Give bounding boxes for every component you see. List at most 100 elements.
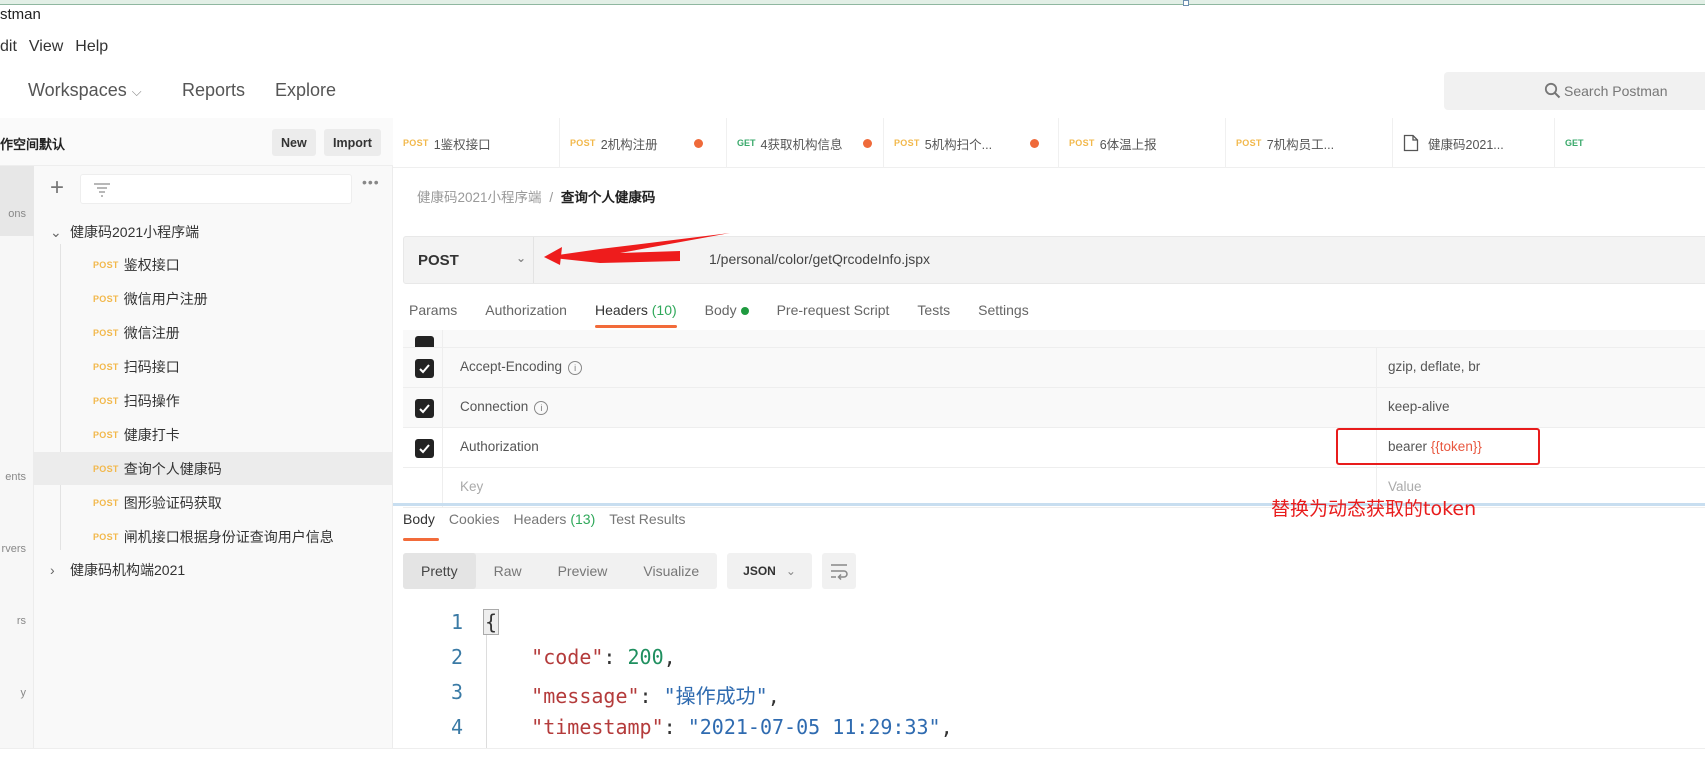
tab-settings[interactable]: Settings [978, 298, 1029, 334]
value-cell [1376, 388, 1377, 427]
status-dot-icon [740, 307, 749, 316]
code-text: "code": 200, [531, 645, 676, 669]
rail-collections[interactable]: ons [0, 166, 34, 236]
method-badge: POST [894, 138, 920, 148]
method-value: POST [418, 251, 459, 269]
tab-params[interactable]: Params [409, 298, 457, 334]
sidebar: 作空间默认 New Import ons ents rvers rs y + •… [0, 118, 393, 748]
resp-tab-cookies[interactable]: Cookies [449, 507, 500, 541]
filter-input[interactable] [80, 174, 352, 204]
nav-workspaces[interactable]: Workspaces ⌵ [28, 80, 142, 101]
tab-tests[interactable]: Tests [917, 298, 950, 334]
nav-explore[interactable]: Explore [275, 80, 336, 101]
request-item[interactable]: POST 健康打卡 [34, 418, 393, 451]
request-item[interactable]: POST 闸机接口根据身份证查询用户信息 [34, 520, 393, 553]
collection-item[interactable]: › 健康码机构端2021 [50, 560, 185, 580]
header-row: Connection i keep-alive [403, 388, 1705, 428]
request-tab[interactable]: POST 7机构员工... [1226, 118, 1393, 168]
wrap-icon [830, 564, 848, 580]
request-tab[interactable]: POST 5机构扫个... [884, 118, 1059, 168]
tab-label: 4获取机构信息 [760, 137, 843, 152]
menu-bar: dit View Help [0, 38, 108, 62]
nav-reports[interactable]: Reports [182, 80, 245, 101]
request-item[interactable]: POST 微信用户注册 [34, 282, 393, 315]
resp-tab-headers[interactable]: Headers (13) [514, 507, 596, 541]
key-input[interactable]: Key [460, 479, 483, 494]
collection-item[interactable]: ⌄ 健康码2021小程序端 [50, 222, 199, 242]
resp-tab-test-results[interactable]: Test Results [609, 507, 685, 541]
header-key[interactable]: Accept-Encoding i [460, 359, 583, 375]
search-input[interactable]: Search Postman [1444, 72, 1705, 110]
info-icon[interactable]: i [568, 361, 583, 375]
tab-pre-request-script[interactable]: Pre-request Script [777, 298, 890, 334]
request-item[interactable]: POST 图形验证码获取 [34, 486, 393, 519]
tab-label: 5机构扫个... [924, 137, 993, 152]
header-checkbox[interactable] [415, 439, 434, 458]
add-icon[interactable]: + [50, 176, 64, 200]
header-key-text: Connection [460, 399, 529, 414]
new-button[interactable]: New [272, 129, 316, 156]
view-visualize[interactable]: Visualize [625, 553, 717, 589]
workspace-header: 作空间默认 New Import [0, 118, 393, 166]
header-value[interactable]: keep-alive [1388, 399, 1450, 414]
menu-help[interactable]: Help [75, 38, 108, 62]
header-checkbox[interactable] [415, 359, 434, 378]
request-tab[interactable]: POST 2机构注册 [560, 118, 727, 168]
method-select[interactable]: POST ⌄ [404, 237, 534, 283]
rail-mock-servers[interactable]: rvers [0, 543, 34, 555]
redaction-arrow-icon [544, 233, 730, 265]
header-key[interactable]: Connection i [460, 399, 549, 415]
breadcrumb-current[interactable]: 查询个人健康码 [561, 190, 656, 205]
header-key[interactable]: Authorization [460, 439, 539, 454]
import-button[interactable]: Import [324, 129, 381, 156]
code-text: { [483, 609, 500, 635]
headers-table: Accept-Encoding i gzip, deflate, br Conne… [403, 330, 1705, 508]
tab-body[interactable]: Body [705, 298, 749, 334]
tab-label: 2机构注册 [600, 137, 658, 152]
view-preview[interactable]: Preview [540, 553, 626, 589]
request-tab[interactable]: GET 4获取机构信息 [727, 118, 884, 168]
info-icon[interactable]: i [534, 401, 549, 415]
resize-handle[interactable] [1183, 0, 1189, 6]
request-item-active[interactable]: POST 查询个人健康码 [34, 452, 393, 485]
tab-headers[interactable]: Headers (10) [594, 298, 677, 334]
header-value[interactable]: gzip, deflate, br [1388, 359, 1480, 374]
pane-divider[interactable] [393, 503, 1705, 506]
request-item[interactable]: POST 扫码操作 [34, 384, 393, 417]
checkmark-icon [419, 404, 430, 414]
view-pretty[interactable]: Pretty [403, 553, 476, 589]
request-tab[interactable]: 健康码2021... [1393, 118, 1555, 168]
method-badge: POST [93, 429, 119, 440]
request-tab[interactable]: POST 1鉴权接口 [393, 118, 560, 168]
request-name: 微信注册 [123, 324, 180, 341]
request-name: 扫码接口 [123, 358, 180, 375]
rail-monitors[interactable]: rs [0, 615, 34, 627]
view-raw[interactable]: Raw [476, 553, 540, 589]
headers-count: (10) [651, 302, 677, 318]
header-checkbox[interactable] [415, 399, 434, 418]
header-checkbox[interactable] [415, 336, 434, 347]
request-item[interactable]: POST 鉴权接口 [34, 248, 393, 281]
response-tabs: Body Cookies Headers (13) Test Results [403, 507, 685, 541]
value-input[interactable]: Value [1388, 479, 1422, 494]
workspace-name[interactable]: 作空间默认 [0, 134, 65, 153]
tab-authorization[interactable]: Authorization [485, 298, 567, 334]
more-options-icon[interactable]: ••• [362, 174, 380, 190]
wrap-lines-button[interactable] [821, 553, 856, 589]
rail-history[interactable]: y [0, 687, 34, 699]
request-tab[interactable]: POST 6体温上报 [1059, 118, 1226, 168]
url-input[interactable]: 1/personal/color/getQrcodeInfo.jspx [709, 251, 930, 267]
annotation-text: 替换为动态获取的token [1271, 498, 1477, 520]
sidebar-rail: ons ents rvers rs y [0, 166, 34, 748]
breadcrumb-parent[interactable]: 健康码2021小程序端 [417, 190, 542, 205]
request-tab-bar: POST 1鉴权接口 POST 2机构注册 GET 4获取机构信息 POST 5机构扫个… [393, 118, 1705, 168]
menu-edit[interactable]: dit [0, 38, 17, 62]
format-select[interactable]: JSON ⌄ [727, 553, 812, 589]
request-item[interactable]: POST 微信注册 [34, 316, 393, 349]
menu-view[interactable]: View [29, 38, 63, 62]
rail-environments[interactable]: ents [0, 471, 34, 483]
request-tabs: Params Authorization Headers (10) Body P… [409, 298, 1029, 334]
resp-tab-body[interactable]: Body [403, 507, 439, 541]
request-item[interactable]: POST 扫码接口 [34, 350, 393, 383]
request-tab[interactable]: GET [1555, 118, 1705, 168]
